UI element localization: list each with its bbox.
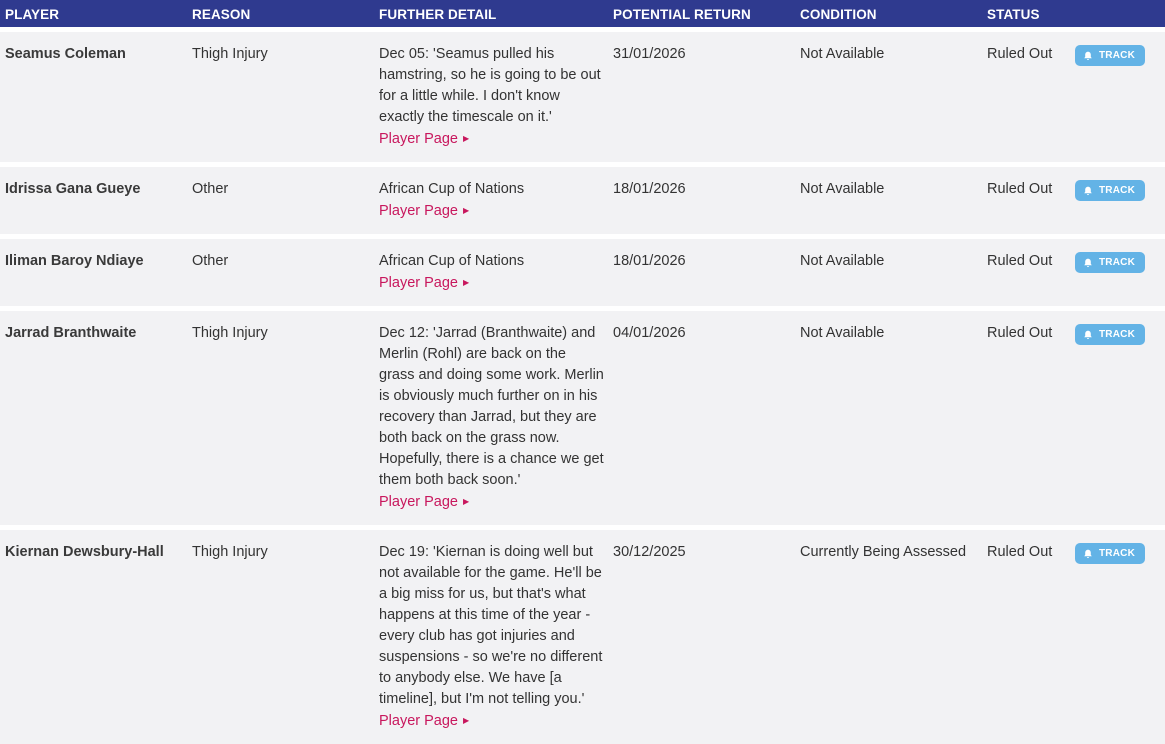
column-header-return[interactable]: POTENTIAL RETURN bbox=[608, 5, 795, 22]
bell-icon bbox=[1084, 51, 1092, 60]
potential-return: 31/01/2026 bbox=[613, 46, 686, 62]
track-label: TRACK bbox=[1099, 185, 1135, 196]
injury-reason: Thigh Injury bbox=[192, 544, 268, 560]
condition: Currently Being Assessed bbox=[800, 544, 967, 560]
player-name: Jarrad Branthwaite bbox=[5, 325, 137, 341]
player-page-label: Player Page bbox=[379, 275, 458, 291]
player-page-link[interactable]: Player Page ▶ bbox=[379, 710, 469, 732]
further-detail: Dec 12: 'Jarrad (Branthwaite) and Merlin… bbox=[374, 311, 608, 525]
arrow-right-icon: ▶ bbox=[463, 134, 470, 143]
track-button[interactable]: TRACK bbox=[1075, 45, 1145, 66]
player-page-label: Player Page bbox=[379, 494, 458, 510]
player-page-label: Player Page bbox=[379, 713, 458, 729]
detail-text: African Cup of Nations bbox=[379, 181, 525, 197]
further-detail: African Cup of Nations Player Page ▶ bbox=[374, 167, 608, 234]
arrow-right-icon: ▶ bbox=[463, 497, 470, 506]
table-row: Seamus Coleman Thigh Injury Dec 05: 'Sea… bbox=[0, 32, 1165, 162]
column-header-detail[interactable]: FURTHER DETAIL bbox=[374, 5, 608, 22]
injury-reason: Other bbox=[192, 253, 229, 269]
further-detail: Dec 19: 'Kiernan is doing well but not a… bbox=[374, 530, 608, 744]
column-header-condition[interactable]: CONDITION bbox=[795, 5, 982, 22]
player-name: Iliman Baroy Ndiaye bbox=[5, 253, 144, 269]
status: Ruled Out bbox=[987, 181, 1053, 197]
bell-icon bbox=[1084, 330, 1092, 339]
track-cell: TRACK bbox=[1075, 530, 1165, 744]
column-header-status[interactable]: STATUS bbox=[982, 5, 1075, 22]
detail-text: Dec 05: 'Seamus pulled his hamstring, so… bbox=[379, 46, 601, 125]
further-detail: Dec 05: 'Seamus pulled his hamstring, so… bbox=[374, 32, 608, 162]
track-cell: TRACK bbox=[1075, 167, 1165, 234]
injury-reason: Thigh Injury bbox=[192, 46, 268, 62]
track-label: TRACK bbox=[1099, 329, 1135, 340]
arrow-right-icon: ▶ bbox=[463, 716, 470, 725]
track-cell: TRACK bbox=[1075, 239, 1165, 306]
track-label: TRACK bbox=[1099, 257, 1135, 268]
bell-icon bbox=[1084, 258, 1092, 267]
table-row: Jarrad Branthwaite Thigh Injury Dec 12: … bbox=[0, 311, 1165, 525]
condition: Not Available bbox=[800, 253, 885, 269]
status: Ruled Out bbox=[987, 544, 1053, 560]
potential-return: 04/01/2026 bbox=[613, 325, 686, 341]
condition: Not Available bbox=[800, 325, 885, 341]
player-page-link[interactable]: Player Page ▶ bbox=[379, 491, 469, 513]
track-button[interactable]: TRACK bbox=[1075, 180, 1145, 201]
further-detail: African Cup of Nations Player Page ▶ bbox=[374, 239, 608, 306]
track-label: TRACK bbox=[1099, 50, 1135, 61]
player-page-label: Player Page bbox=[379, 131, 458, 147]
table-header: PLAYER REASON FURTHER DETAIL POTENTIAL R… bbox=[0, 0, 1165, 27]
player-page-link[interactable]: Player Page ▶ bbox=[379, 128, 469, 150]
track-button[interactable]: TRACK bbox=[1075, 543, 1145, 564]
bell-icon bbox=[1084, 186, 1092, 195]
column-header-player[interactable]: PLAYER bbox=[0, 5, 187, 22]
detail-text: Dec 12: 'Jarrad (Branthwaite) and Merlin… bbox=[379, 325, 604, 488]
injury-reason: Thigh Injury bbox=[192, 325, 268, 341]
player-page-label: Player Page bbox=[379, 203, 458, 219]
status: Ruled Out bbox=[987, 253, 1053, 269]
player-name: Seamus Coleman bbox=[5, 46, 126, 62]
track-label: TRACK bbox=[1099, 548, 1135, 559]
arrow-right-icon: ▶ bbox=[463, 278, 470, 287]
track-button[interactable]: TRACK bbox=[1075, 324, 1145, 345]
status: Ruled Out bbox=[987, 325, 1053, 341]
table-row: Kiernan Dewsbury-Hall Thigh Injury Dec 1… bbox=[0, 530, 1165, 744]
status: Ruled Out bbox=[987, 46, 1053, 62]
potential-return: 18/01/2026 bbox=[613, 253, 686, 269]
player-page-link[interactable]: Player Page ▶ bbox=[379, 272, 469, 294]
condition: Not Available bbox=[800, 46, 885, 62]
condition: Not Available bbox=[800, 181, 885, 197]
column-header-reason[interactable]: REASON bbox=[187, 5, 374, 22]
track-cell: TRACK bbox=[1075, 311, 1165, 525]
player-name: Kiernan Dewsbury-Hall bbox=[5, 544, 164, 560]
detail-text: Dec 19: 'Kiernan is doing well but not a… bbox=[379, 544, 603, 707]
track-cell: TRACK bbox=[1075, 32, 1165, 162]
arrow-right-icon: ▶ bbox=[463, 206, 470, 215]
track-button[interactable]: TRACK bbox=[1075, 252, 1145, 273]
column-header-track bbox=[1075, 13, 1165, 15]
potential-return: 18/01/2026 bbox=[613, 181, 686, 197]
injury-reason: Other bbox=[192, 181, 229, 197]
bell-icon bbox=[1084, 549, 1092, 558]
player-page-link[interactable]: Player Page ▶ bbox=[379, 200, 469, 222]
injury-table: PLAYER REASON FURTHER DETAIL POTENTIAL R… bbox=[0, 0, 1165, 744]
potential-return: 30/12/2025 bbox=[613, 544, 686, 560]
table-row: Iliman Baroy Ndiaye Other African Cup of… bbox=[0, 239, 1165, 306]
table-row: Idrissa Gana Gueye Other African Cup of … bbox=[0, 167, 1165, 234]
player-name: Idrissa Gana Gueye bbox=[5, 181, 141, 197]
detail-text: African Cup of Nations bbox=[379, 253, 525, 269]
